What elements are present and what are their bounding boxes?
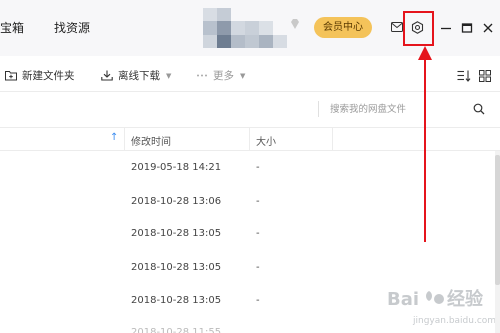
diamond-icon [291,19,299,29]
cell-modified-time: 2019-05-18 14:21 [131,162,222,173]
download-icon [101,70,113,81]
more-dots-icon [197,74,207,77]
cell-modified-time: 2018-10-28 13:05 [131,262,222,273]
chevron-down-icon: ▼ [240,71,246,80]
chevron-down-icon: ▼ [166,71,172,80]
grid-view-icon[interactable] [479,70,491,82]
new-folder-button[interactable]: 新建文件夹 [5,68,75,83]
annotation-arrow-icon [418,46,432,242]
nav-treasure-box[interactable]: 宝箱 [0,19,24,36]
avatar[interactable] [203,8,287,48]
svg-text:jingyan.baidu.com: jingyan.baidu.com [412,316,495,326]
column-divider[interactable] [332,128,333,151]
svg-text:Bai: Bai [387,289,419,310]
minimize-icon[interactable] [440,22,452,34]
close-icon[interactable] [482,22,494,34]
vip-center-button[interactable]: 会员中心 [314,17,372,38]
nav-find-resources[interactable]: 找资源 [54,19,90,36]
svg-text:经验: 经验 [447,288,484,310]
cell-size: - [256,228,260,239]
baidu-jingyan-watermark: Bai 经验 jingyan.baidu.com [387,288,495,326]
column-divider[interactable] [124,128,125,151]
column-modified-time[interactable]: 修改时间 [131,133,171,148]
scrollbar-thumb[interactable] [495,155,500,285]
new-folder-icon [5,71,17,81]
cell-modified-time: 2018-10-28 13:05 [131,228,222,239]
table-row[interactable]: 2018-10-28 13:05 - [0,253,495,284]
cell-size: - [256,295,260,306]
search-divider [318,101,319,117]
maximize-icon[interactable] [461,22,473,34]
cell-size: - [256,262,260,273]
cell-size: - [256,162,260,173]
cell-modified-time: 2018-10-28 13:06 [131,196,222,207]
sort-icon[interactable] [457,70,471,82]
more-label: 更多 [213,70,234,82]
more-menu-button[interactable]: 更多 ▼ [196,68,245,83]
search-input[interactable] [330,101,460,117]
column-size[interactable]: 大小 [256,133,276,148]
offline-download-button[interactable]: 离线下载 ▼ [101,68,171,83]
column-divider[interactable] [249,128,250,151]
cell-modified-time-partial: 2018-10-28 11:55 [131,327,222,333]
sort-ascending-icon[interactable]: ↑ [110,132,118,143]
mail-icon[interactable] [391,22,403,32]
offline-download-label: 离线下载 [118,70,160,82]
new-folder-label: 新建文件夹 [22,70,75,82]
search-icon[interactable] [473,103,485,115]
cell-size: - [256,196,260,207]
cell-modified-time: 2018-10-28 13:05 [131,295,222,306]
settings-highlight-box [403,11,434,46]
